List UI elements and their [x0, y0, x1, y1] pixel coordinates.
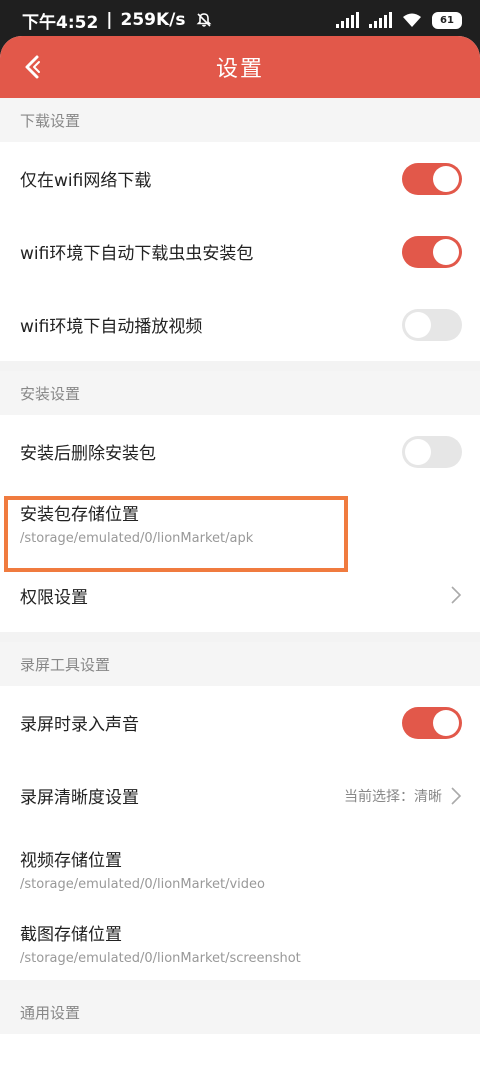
wifi-icon	[402, 12, 422, 28]
setting-auto-download-package[interactable]: wifi环境下自动下载虫虫安装包	[0, 215, 480, 288]
page-title: 设置	[215, 57, 264, 82]
toggle-knob	[433, 709, 459, 736]
battery-indicator: 61	[432, 11, 462, 29]
setting-label: 录屏时录入声音	[20, 715, 139, 735]
section-install-title: 安装设置	[0, 371, 480, 415]
section-divider	[0, 632, 480, 642]
setting-label: 安装后删除安装包	[20, 444, 156, 464]
toggle-knob	[433, 165, 459, 192]
status-bar: 下午4:52 | 259K/s 61	[0, 0, 480, 40]
bell-off-icon	[196, 12, 212, 28]
section-divider	[0, 980, 480, 990]
delete-after-install-toggle[interactable]	[402, 435, 462, 468]
signal-icon-2	[369, 12, 392, 28]
chevron-right-icon	[451, 786, 462, 805]
setting-path: /storage/emulated/0/lionMarket/screensho…	[20, 950, 301, 966]
setting-auto-play-video[interactable]: wifi环境下自动播放视频	[0, 288, 480, 361]
setting-wifi-only-download[interactable]: 仅在wifi网络下载	[0, 142, 480, 215]
toggle-knob	[433, 238, 459, 265]
section-record-title: 录屏工具设置	[0, 642, 480, 686]
setting-screenshot-storage-location[interactable]: 截图存储位置 /storage/emulated/0/lionMarket/sc…	[0, 905, 480, 980]
section-divider	[0, 361, 480, 371]
auto-download-toggle[interactable]	[402, 235, 462, 268]
app-header: 设置	[0, 36, 480, 98]
setting-path: /storage/emulated/0/lionMarket/apk	[20, 531, 254, 546]
setting-label: 安装包存储位置	[20, 505, 139, 525]
section-download-title: 下载设置	[0, 98, 480, 142]
status-time: 下午4:52	[22, 12, 99, 33]
auto-play-toggle[interactable]	[402, 308, 462, 341]
setting-path: /storage/emulated/0/lionMarket/video	[20, 876, 265, 892]
setting-record-clarity[interactable]: 录屏清晰度设置 当前选择：清晰	[0, 759, 480, 832]
back-arrow-icon	[25, 55, 40, 79]
setting-label: 截图存储位置	[20, 924, 122, 945]
wifi-only-toggle[interactable]	[402, 162, 462, 195]
clarity-current-value: 当前选择：清晰	[344, 788, 442, 805]
setting-package-storage-location[interactable]: 安装包存储位置 /storage/emulated/0/lionMarket/a…	[0, 488, 480, 558]
setting-label: 权限设置	[20, 587, 88, 608]
status-separator: |	[106, 10, 113, 30]
toggle-knob	[405, 438, 431, 465]
record-audio-toggle[interactable]	[402, 706, 462, 739]
setting-label: 仅在wifi网络下载	[20, 171, 152, 191]
phone-screen: 下午4:52 | 259K/s 61 设置 下载设置 仅在wifi网络下载 wi…	[0, 0, 480, 1067]
section-general-title: 通用设置	[0, 990, 480, 1034]
signal-icon-1	[336, 12, 359, 28]
setting-label: wifi环境下自动播放视频	[20, 317, 203, 337]
chevron-right-icon	[451, 586, 462, 604]
setting-permissions[interactable]: 权限设置	[0, 558, 480, 632]
setting-delete-after-install[interactable]: 安装后删除安装包	[0, 415, 480, 488]
toggle-knob	[405, 311, 431, 338]
setting-video-storage-location[interactable]: 视频存储位置 /storage/emulated/0/lionMarket/vi…	[0, 832, 480, 905]
settings-screen: 设置 下载设置 仅在wifi网络下载 wifi环境下自动下载虫虫安装包 wifi…	[0, 36, 480, 1067]
status-speed: 259K/s	[120, 10, 186, 30]
setting-label: wifi环境下自动下载虫虫安装包	[20, 244, 254, 264]
back-button[interactable]	[18, 52, 46, 82]
setting-record-audio[interactable]: 录屏时录入声音	[0, 686, 480, 759]
setting-label: 视频存储位置	[20, 850, 122, 871]
